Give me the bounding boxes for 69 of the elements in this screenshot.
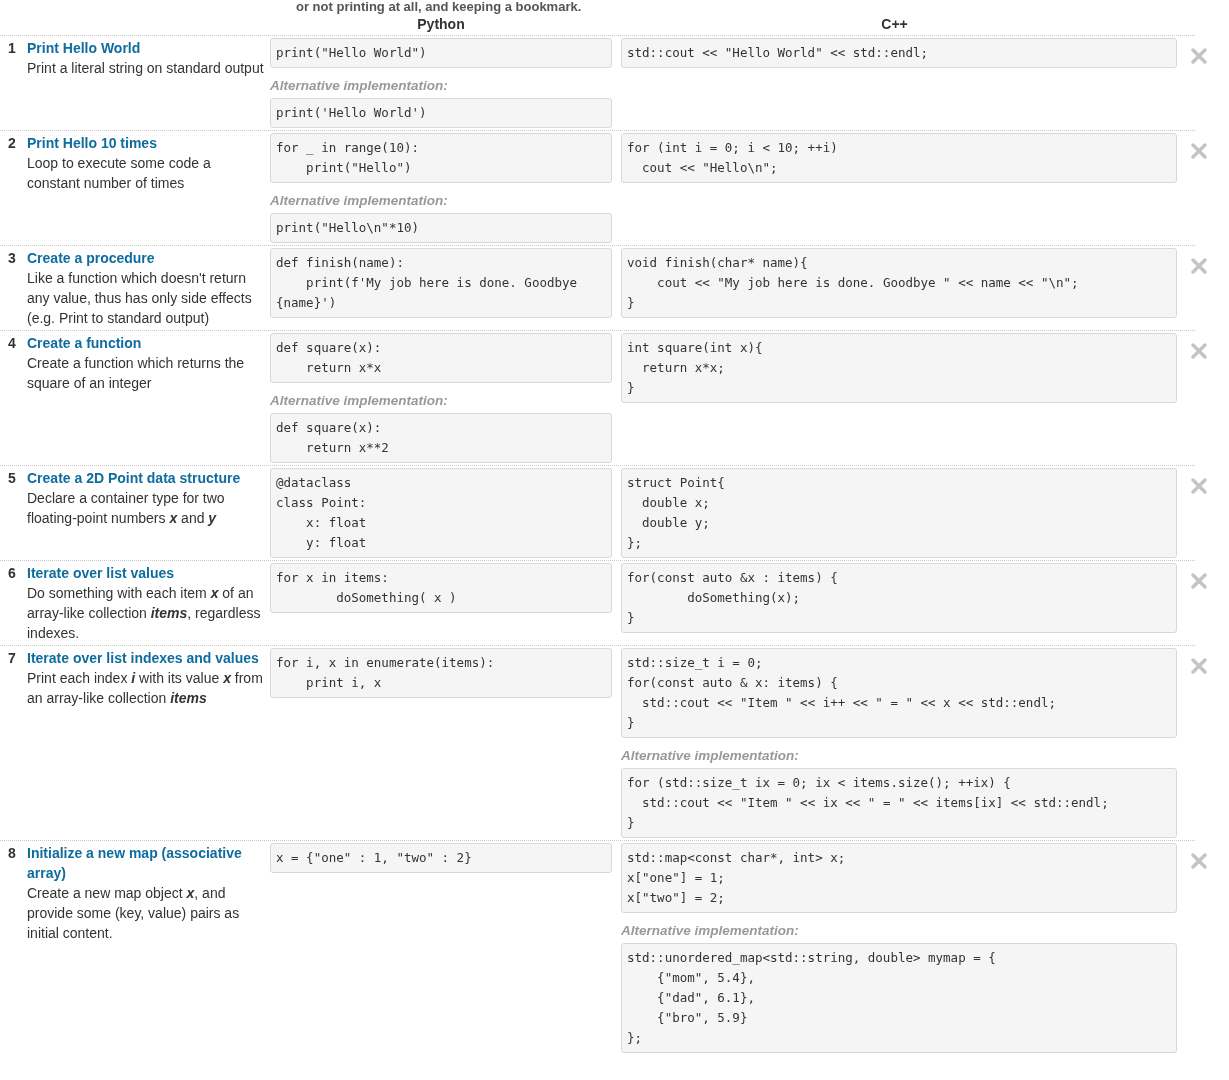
idiom-description: Loop to execute some code a constant number of times <box>27 154 212 193</box>
code-block: for (std::size_t ix = 0; ix < items.size(); ++ix) { std::cout << "Item " << ix << " = " << items[ix] << std::endl; } <box>621 768 1177 838</box>
close-icon <box>1190 657 1208 675</box>
alternative-implementation-label: Alternative implementation: <box>270 392 449 410</box>
row-number: 5 <box>8 469 17 488</box>
alternative-implementation-label: Alternative implementation: <box>270 192 449 210</box>
row-number: 3 <box>8 249 17 268</box>
code-block: print("Hello World") <box>270 38 612 68</box>
close-button[interactable] <box>1189 256 1209 276</box>
code-block: def finish(name): print(f'My job here is done. Goodbye {name}') <box>270 248 612 318</box>
idiom-title-link[interactable]: Initialize a new map (associative array) <box>27 843 266 883</box>
close-button[interactable] <box>1189 341 1209 361</box>
idiom-description: Create a function which returns the square of an integer <box>27 354 246 393</box>
code-block: for _ in range(10): print("Hello") <box>270 133 612 183</box>
close-icon <box>1190 142 1208 160</box>
idiom-title-link[interactable]: Iterate over list values <box>27 563 266 583</box>
code-block: std::unordered_map<std::string, double> mymap = { {"mom", 5.4}, {"dad", 6.1}, {"bro", 5.9} }; <box>621 943 1177 1053</box>
code-block: def square(x): return x**2 <box>270 413 612 463</box>
code-block: void finish(char* name){ cout << "My job here is done. Goodbye " << name << "\n"; } <box>621 248 1177 318</box>
column-header: C++ <box>880 15 909 34</box>
code-block: for(const auto &x : items) { doSomething(x); } <box>621 563 1177 633</box>
idiom-title-link[interactable]: Create a procedure <box>27 248 266 268</box>
idiom-description: Create a new map object x, and provide some (key, value) pairs as initial content. <box>27 884 241 943</box>
alternative-implementation-label: Alternative implementation: <box>621 922 800 940</box>
code-block: print("Hello\n"*10) <box>270 213 612 243</box>
row-number: 7 <box>8 649 17 668</box>
idiom-title-link[interactable]: Create a function <box>27 333 266 353</box>
code-block: print('Hello World') <box>270 98 612 128</box>
intro-text: or not printing at all, and keeping a bookmark. <box>295 0 583 14</box>
close-icon <box>1190 572 1208 590</box>
idiom-title-link[interactable]: Print Hello World <box>27 38 266 58</box>
code-block: x = {"one" : 1, "two" : 2} <box>270 843 612 873</box>
close-button[interactable] <box>1189 571 1209 591</box>
idiom-description: Like a function which doesn't return any value, thus has only side effects (e.g. Print to standard output) <box>27 269 253 328</box>
close-icon <box>1190 47 1208 65</box>
close-button[interactable] <box>1189 476 1209 496</box>
code-block: @dataclass class Point: x: float y: float <box>270 468 612 558</box>
code-block: for i, x in enumerate(items): print i, x <box>270 648 612 698</box>
idiom-title-link[interactable]: Create a 2D Point data structure <box>27 468 266 488</box>
close-icon <box>1190 257 1208 275</box>
idiom-title-link[interactable]: Iterate over list indexes and values <box>27 648 266 668</box>
alternative-implementation-label: Alternative implementation: <box>621 747 800 765</box>
close-icon <box>1190 852 1208 870</box>
code-block: for (int i = 0; i < 10; ++i) cout << "Hello\n"; <box>621 133 1177 183</box>
code-block: std::map<const char*, int> x; x["one"] = 1; x["two"] = 2; <box>621 843 1177 913</box>
close-button[interactable] <box>1189 851 1209 871</box>
row-number: 8 <box>8 844 17 863</box>
alternative-implementation-label: Alternative implementation: <box>270 77 449 95</box>
row-number: 4 <box>8 334 17 353</box>
close-icon <box>1190 342 1208 360</box>
idiom-title-link[interactable]: Print Hello 10 times <box>27 133 266 153</box>
code-block: def square(x): return x*x <box>270 333 612 383</box>
close-button[interactable] <box>1189 656 1209 676</box>
row-number: 2 <box>8 134 17 153</box>
close-button[interactable] <box>1189 46 1209 66</box>
code-block: std::size_t i = 0; for(const auto & x: items) { std::cout << "Item " << i++ << " = " << x << std::endl; } <box>621 648 1177 738</box>
idiom-description: Print a literal string on standard output <box>27 59 265 78</box>
code-block: struct Point{ double x; double y; }; <box>621 468 1177 558</box>
code-block: for x in items: doSomething( x ) <box>270 563 612 613</box>
idiom-description: Declare a container type for two floating-point numbers x and y <box>27 489 226 528</box>
code-block: std::cout << "Hello World" << std::endl; <box>621 38 1177 68</box>
close-icon <box>1190 477 1208 495</box>
idiom-description: Do something with each item x of an array-like collection items, regardless indexes. <box>27 584 262 643</box>
close-button[interactable] <box>1189 141 1209 161</box>
row-number: 1 <box>8 39 17 58</box>
idiom-description: Print each index i with its value x from an array-like collection items <box>27 669 264 708</box>
row-number: 6 <box>8 564 17 583</box>
code-block: int square(int x){ return x*x; } <box>621 333 1177 403</box>
column-header: Python <box>416 15 466 34</box>
